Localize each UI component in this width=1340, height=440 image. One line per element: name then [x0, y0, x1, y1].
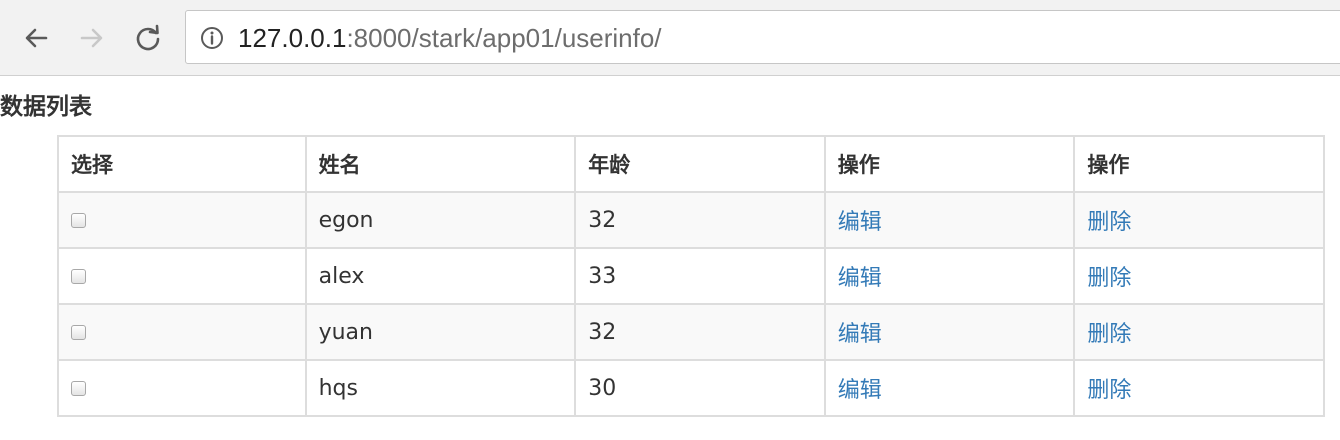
url-host: 127.0.0.1 [238, 23, 347, 53]
forward-button[interactable] [76, 22, 108, 54]
table-row: alex 33 编辑 删除 [57, 247, 1325, 305]
age-cell: 32 [574, 303, 826, 361]
header-select: 选择 [57, 135, 307, 193]
header-name: 姓名 [304, 135, 577, 193]
edit-link[interactable]: 编辑 [838, 266, 882, 291]
url-text[interactable]: 127.0.0.1:8000/stark/app01/userinfo/ [238, 23, 662, 53]
delete-link[interactable]: 删除 [1087, 322, 1131, 347]
select-cell [57, 303, 307, 361]
table-row: hqs 30 编辑 删除 [57, 359, 1325, 417]
name-cell: egon [304, 191, 577, 249]
age-cell: 32 [574, 191, 826, 249]
info-icon[interactable] [200, 26, 224, 50]
delete-cell: 删除 [1073, 303, 1325, 361]
name-cell: yuan [304, 303, 577, 361]
name-cell: hqs [304, 359, 577, 417]
row-checkbox[interactable] [71, 381, 86, 396]
delete-link[interactable]: 删除 [1087, 210, 1131, 235]
back-button[interactable] [20, 22, 52, 54]
header-operation-edit: 操作 [823, 135, 1076, 193]
age-cell: 30 [574, 359, 826, 417]
delete-cell: 删除 [1073, 191, 1325, 249]
page-title: 数据列表 [0, 94, 92, 120]
url-path: :8000/stark/app01/userinfo/ [346, 23, 662, 53]
data-table: 选择 姓名 年龄 操作 操作 egon 32 编辑 删除 alex 33 编辑 … [57, 135, 1325, 417]
table-row: yuan 32 编辑 删除 [57, 303, 1325, 361]
reload-button[interactable] [132, 22, 164, 54]
arrow-left-icon [25, 28, 48, 48]
edit-cell: 编辑 [823, 303, 1076, 361]
edit-link[interactable]: 编辑 [838, 210, 882, 235]
edit-cell: 编辑 [823, 359, 1076, 417]
delete-cell: 删除 [1073, 359, 1325, 417]
delete-link[interactable]: 删除 [1087, 378, 1131, 403]
header-age: 年龄 [574, 135, 826, 193]
age-cell: 33 [574, 247, 826, 305]
edit-link[interactable]: 编辑 [838, 322, 882, 347]
reload-icon [136, 24, 160, 51]
table-row: egon 32 编辑 删除 [57, 191, 1325, 249]
browser-toolbar: 127.0.0.1:8000/stark/app01/userinfo/ [0, 0, 1340, 76]
delete-link[interactable]: 删除 [1087, 266, 1131, 291]
edit-cell: 编辑 [823, 191, 1076, 249]
row-checkbox[interactable] [71, 325, 86, 340]
edit-link[interactable]: 编辑 [838, 378, 882, 403]
row-checkbox[interactable] [71, 269, 86, 284]
edit-cell: 编辑 [823, 247, 1076, 305]
row-checkbox[interactable] [71, 213, 86, 228]
arrow-right-icon [80, 28, 103, 48]
table-header-row: 选择 姓名 年龄 操作 操作 [57, 135, 1325, 193]
select-cell [57, 191, 307, 249]
delete-cell: 删除 [1073, 247, 1325, 305]
header-operation-delete: 操作 [1073, 135, 1325, 193]
address-bar[interactable]: 127.0.0.1:8000/stark/app01/userinfo/ [185, 10, 1340, 64]
name-cell: alex [304, 247, 577, 305]
select-cell [57, 247, 307, 305]
select-cell [57, 359, 307, 417]
